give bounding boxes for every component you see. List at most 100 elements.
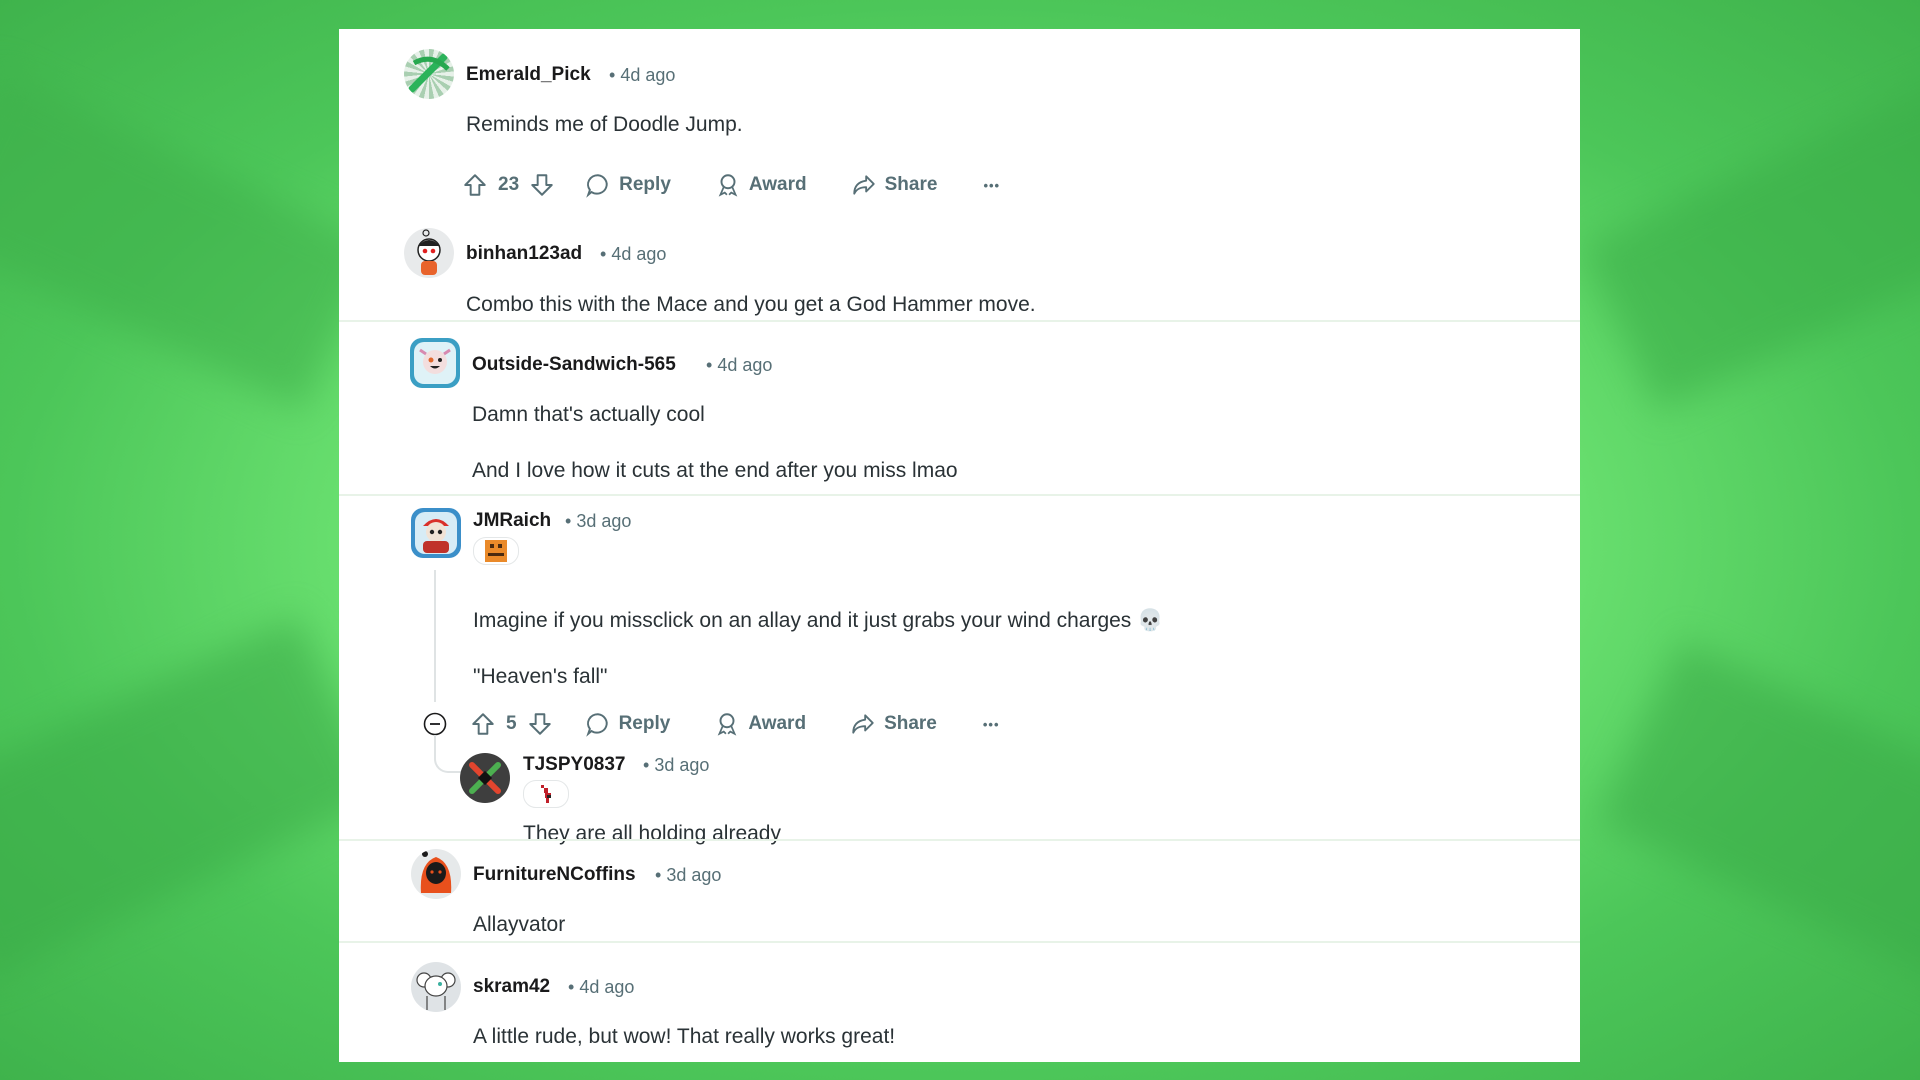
snoo-avatar-icon	[414, 342, 456, 384]
comment-body: And I love how it cuts at the end after …	[472, 459, 958, 482]
comment-meta: • 4d ago	[568, 977, 634, 998]
comment-meta: • 4d ago	[609, 65, 675, 86]
downvote-icon	[531, 174, 553, 196]
timestamp[interactable]: 3d ago	[576, 511, 631, 531]
flair-badge-icon	[541, 785, 551, 803]
thread-line[interactable]	[434, 570, 436, 702]
username[interactable]: Emerald_Pick	[466, 64, 591, 86]
award-button[interactable]: Award	[714, 711, 806, 737]
upvote-icon	[472, 713, 494, 735]
background-streak	[1581, 69, 1920, 411]
flair-badge-icon	[485, 540, 507, 562]
collapse-thread-button[interactable]	[423, 712, 447, 736]
divider	[339, 941, 1580, 943]
award-label: Award	[748, 174, 807, 195]
separator: •	[643, 755, 650, 775]
more-icon: •••	[983, 177, 1001, 193]
avatar[interactable]	[411, 962, 461, 1012]
collapse-minus-icon	[423, 712, 447, 736]
username[interactable]: JMRaich	[473, 510, 551, 532]
share-icon	[852, 175, 875, 195]
snoo-avatar-icon	[415, 512, 457, 554]
comment-body: Reminds me of Doodle Jump.	[466, 113, 743, 136]
more-options-button[interactable]: •••	[983, 178, 1000, 193]
comment-actions: 5 Reply Award Share •••	[470, 709, 1000, 739]
award-label: Award	[748, 713, 807, 734]
award-icon	[718, 174, 738, 197]
hooded-snoo-avatar-icon	[420, 851, 452, 893]
username[interactable]: skram42	[473, 976, 550, 998]
comment-body: "Heaven's fall"	[473, 665, 608, 688]
comment-body: Imagine if you missclick on an allay and…	[473, 609, 1164, 632]
comment-actions: 23 Reply Award Share •••	[462, 170, 1000, 200]
award-button[interactable]: Award	[715, 172, 807, 198]
comment-meta: • 3d ago	[643, 755, 709, 776]
background-streak	[0, 69, 379, 411]
username[interactable]: TJSPY0837	[523, 754, 625, 776]
timestamp[interactable]: 4d ago	[717, 355, 772, 375]
comment-body: Allayvator	[473, 913, 566, 936]
avatar[interactable]	[460, 753, 510, 803]
username[interactable]: FurnitureNCoffins	[473, 864, 636, 886]
reply-button[interactable]: Reply	[585, 172, 671, 198]
separator: •	[655, 865, 662, 885]
comments-panel: Emerald_Pick • 4d ago Reminds me of Dood…	[339, 29, 1580, 1062]
upvote-button[interactable]	[470, 711, 496, 737]
comment-meta: • 4d ago	[600, 244, 666, 265]
timestamp[interactable]: 3d ago	[666, 865, 721, 885]
separator: •	[600, 244, 607, 264]
more-options-button[interactable]: •••	[983, 717, 1000, 732]
timestamp[interactable]: 3d ago	[654, 755, 709, 775]
share-button[interactable]: Share	[851, 172, 938, 198]
reply-connector	[434, 735, 462, 773]
upvote-icon	[464, 174, 486, 196]
background-streak	[0, 616, 382, 984]
comment-body: A little rude, but wow! That really work…	[473, 1025, 896, 1048]
comment-meta: • 4d ago	[706, 355, 772, 376]
more-icon: •••	[982, 716, 1000, 732]
koala-snoo-avatar-icon	[416, 972, 456, 1010]
timestamp[interactable]: 4d ago	[611, 244, 666, 264]
avatar[interactable]	[411, 508, 461, 558]
upvote-button[interactable]	[462, 172, 488, 198]
snoo-avatar-icon	[417, 229, 441, 275]
user-flair	[523, 780, 569, 808]
downvote-button[interactable]	[527, 711, 553, 737]
award-icon	[718, 713, 737, 736]
share-icon	[852, 714, 874, 734]
timestamp[interactable]: 4d ago	[579, 977, 634, 997]
pickaxe-icon	[408, 53, 450, 93]
background-streak	[1597, 640, 1920, 1000]
reply-button[interactable]: Reply	[585, 711, 671, 737]
comment-meta: • 3d ago	[565, 511, 631, 532]
divider	[339, 320, 1580, 322]
timestamp[interactable]: 4d ago	[620, 65, 675, 85]
avatar[interactable]	[404, 49, 454, 99]
divider	[339, 494, 1580, 496]
vote-count: 23	[498, 174, 520, 195]
username[interactable]: binhan123ad	[466, 243, 582, 265]
downvote-icon	[528, 713, 551, 735]
share-button[interactable]: Share	[850, 711, 937, 737]
user-flair	[473, 537, 519, 565]
divider	[339, 839, 1580, 841]
reply-label: Reply	[619, 174, 671, 195]
comment-bubble-icon	[586, 174, 608, 198]
separator: •	[609, 65, 616, 85]
comment-body: They are all holding already	[523, 822, 781, 845]
username[interactable]: Outside-Sandwich-565	[472, 354, 676, 376]
separator: •	[706, 355, 713, 375]
share-label: Share	[884, 713, 937, 734]
crossed-tools-icon	[469, 762, 501, 794]
downvote-button[interactable]	[529, 172, 555, 198]
comment-bubble-icon	[585, 713, 608, 737]
share-label: Share	[884, 174, 938, 195]
separator: •	[565, 511, 572, 531]
avatar[interactable]	[404, 228, 454, 278]
separator: •	[568, 977, 575, 997]
comment-meta: • 3d ago	[655, 865, 721, 886]
avatar[interactable]	[410, 338, 460, 388]
reply-label: Reply	[618, 713, 671, 734]
comment-body: Damn that's actually cool	[472, 403, 705, 426]
avatar[interactable]	[411, 849, 461, 899]
